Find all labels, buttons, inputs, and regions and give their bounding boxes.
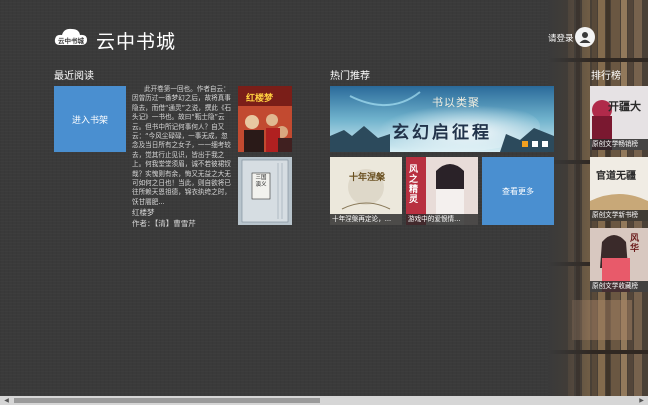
login-link[interactable]: 请登录	[548, 32, 574, 44]
rank-favorite-tile[interactable]: 风华 原创文学收藏榜	[590, 228, 648, 292]
scrollbar-thumb[interactable]	[14, 398, 320, 403]
tile-cover-text: 风之精灵	[409, 165, 419, 205]
ranking-heading: 排行榜	[591, 71, 621, 82]
hot-book-tile-2[interactable]: 风之精灵 游戏中的爱恨情...	[406, 157, 478, 225]
rank-cover-text: 开疆大	[608, 100, 641, 113]
carousel-dot[interactable]	[522, 141, 528, 147]
book-author: 作者：【清】曹雪芹	[132, 219, 196, 228]
cover-title-text: 三国演义	[255, 175, 267, 188]
carousel-dot[interactable]	[542, 141, 548, 147]
rank-cover-text: 官道无疆	[596, 171, 636, 182]
enter-bookshelf-button[interactable]: 进入书架	[54, 86, 126, 152]
rank-caption: 原创文学收藏榜	[590, 281, 648, 292]
banner-slogan: 书以类聚	[432, 96, 480, 109]
hot-recommend-heading: 热门推荐	[330, 71, 370, 82]
scroll-left-icon[interactable]: ◀	[2, 396, 11, 405]
cloud-logo-icon: 云中书城	[54, 28, 87, 45]
tile-caption: 游戏中的爱恨情...	[406, 214, 478, 225]
recent-book-cover-1[interactable]: 红楼梦	[238, 86, 292, 152]
rank-cover-text: 风华	[630, 234, 640, 254]
book-title[interactable]: 红楼梦	[132, 207, 155, 218]
scroll-right-icon[interactable]: ▶	[637, 396, 646, 405]
tile-caption: 十年涅槃再定论，...	[330, 214, 402, 225]
carousel-indicator	[522, 141, 548, 147]
banner-title: 玄幻启征程	[392, 123, 492, 143]
hot-book-tile-1[interactable]: 十年涅槃 十年涅槃再定论，...	[330, 157, 402, 225]
book-summary: 此开卷第一回也。作者自云：因曾历过一番梦幻之后，故将真事隐去，而借“通灵”之说，…	[132, 85, 232, 206]
rank-caption: 原创文学畅销榜	[590, 139, 648, 150]
rank-newbook-tile[interactable]: 官道无疆 原创文学新书榜	[590, 157, 648, 221]
carousel-dot[interactable]	[532, 141, 538, 147]
app-title: 云中书城	[96, 31, 177, 53]
logo-text: 云中书城	[58, 36, 85, 45]
user-avatar-icon[interactable]	[575, 27, 595, 47]
view-more-button[interactable]: 查看更多	[482, 157, 554, 225]
recent-reading-heading: 最近阅读	[54, 71, 94, 82]
cover-title-text: 红楼梦	[246, 94, 274, 104]
hot-banner-carousel[interactable]: 书以类聚 玄幻启征程	[330, 86, 554, 152]
recent-book-cover-2[interactable]: 三国演义	[238, 157, 292, 225]
rank-bestseller-tile[interactable]: 开疆大 原创文学畅销榜	[590, 86, 648, 150]
rank-caption: 原创文学新书榜	[590, 210, 648, 221]
tile-cover-text: 十年涅槃	[348, 173, 385, 183]
